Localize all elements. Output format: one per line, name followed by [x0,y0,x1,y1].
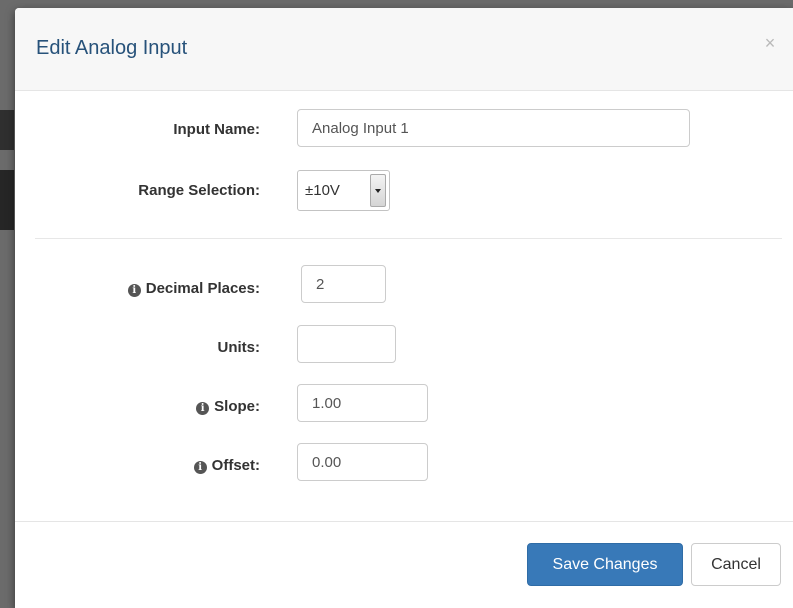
modal-header: Edit Analog Input × [15,8,793,91]
edit-analog-input-dialog: Edit Analog Input × Input Name: Range Se… [15,8,793,608]
units-label: Units: [217,339,261,356]
range-selection-value: ±10V [305,182,340,199]
chevron-down-icon[interactable] [370,174,386,207]
decimal-places-field[interactable] [301,265,386,303]
cancel-button[interactable]: Cancel [691,543,781,586]
offset-label: i Offset: [15,457,260,474]
units-field[interactable] [297,325,396,363]
modal-title: Edit Analog Input [36,37,188,59]
input-name-label: Input Name: [173,121,260,138]
info-circle-icon[interactable]: i [127,284,141,297]
save-changes-button[interactable]: Save Changes [527,543,683,586]
offset-field[interactable] [297,443,428,481]
slope-field[interactable] [297,384,428,422]
slope-label: i Slope: [15,398,260,415]
decimal-places-label: i Decimal Places: [15,280,260,297]
info-circle-icon[interactable]: i [196,402,210,415]
backdrop-fragment [0,110,14,150]
backdrop-fragment [0,170,14,230]
input-name-field[interactable] [297,109,690,147]
close-button[interactable]: × [759,32,781,54]
info-circle-icon[interactable]: i [193,461,207,474]
range-selection-select[interactable]: ±10V [297,170,390,211]
modal-footer-divider [15,521,793,522]
range-selection-label: Range Selection: [138,182,260,199]
section-divider [35,238,782,239]
